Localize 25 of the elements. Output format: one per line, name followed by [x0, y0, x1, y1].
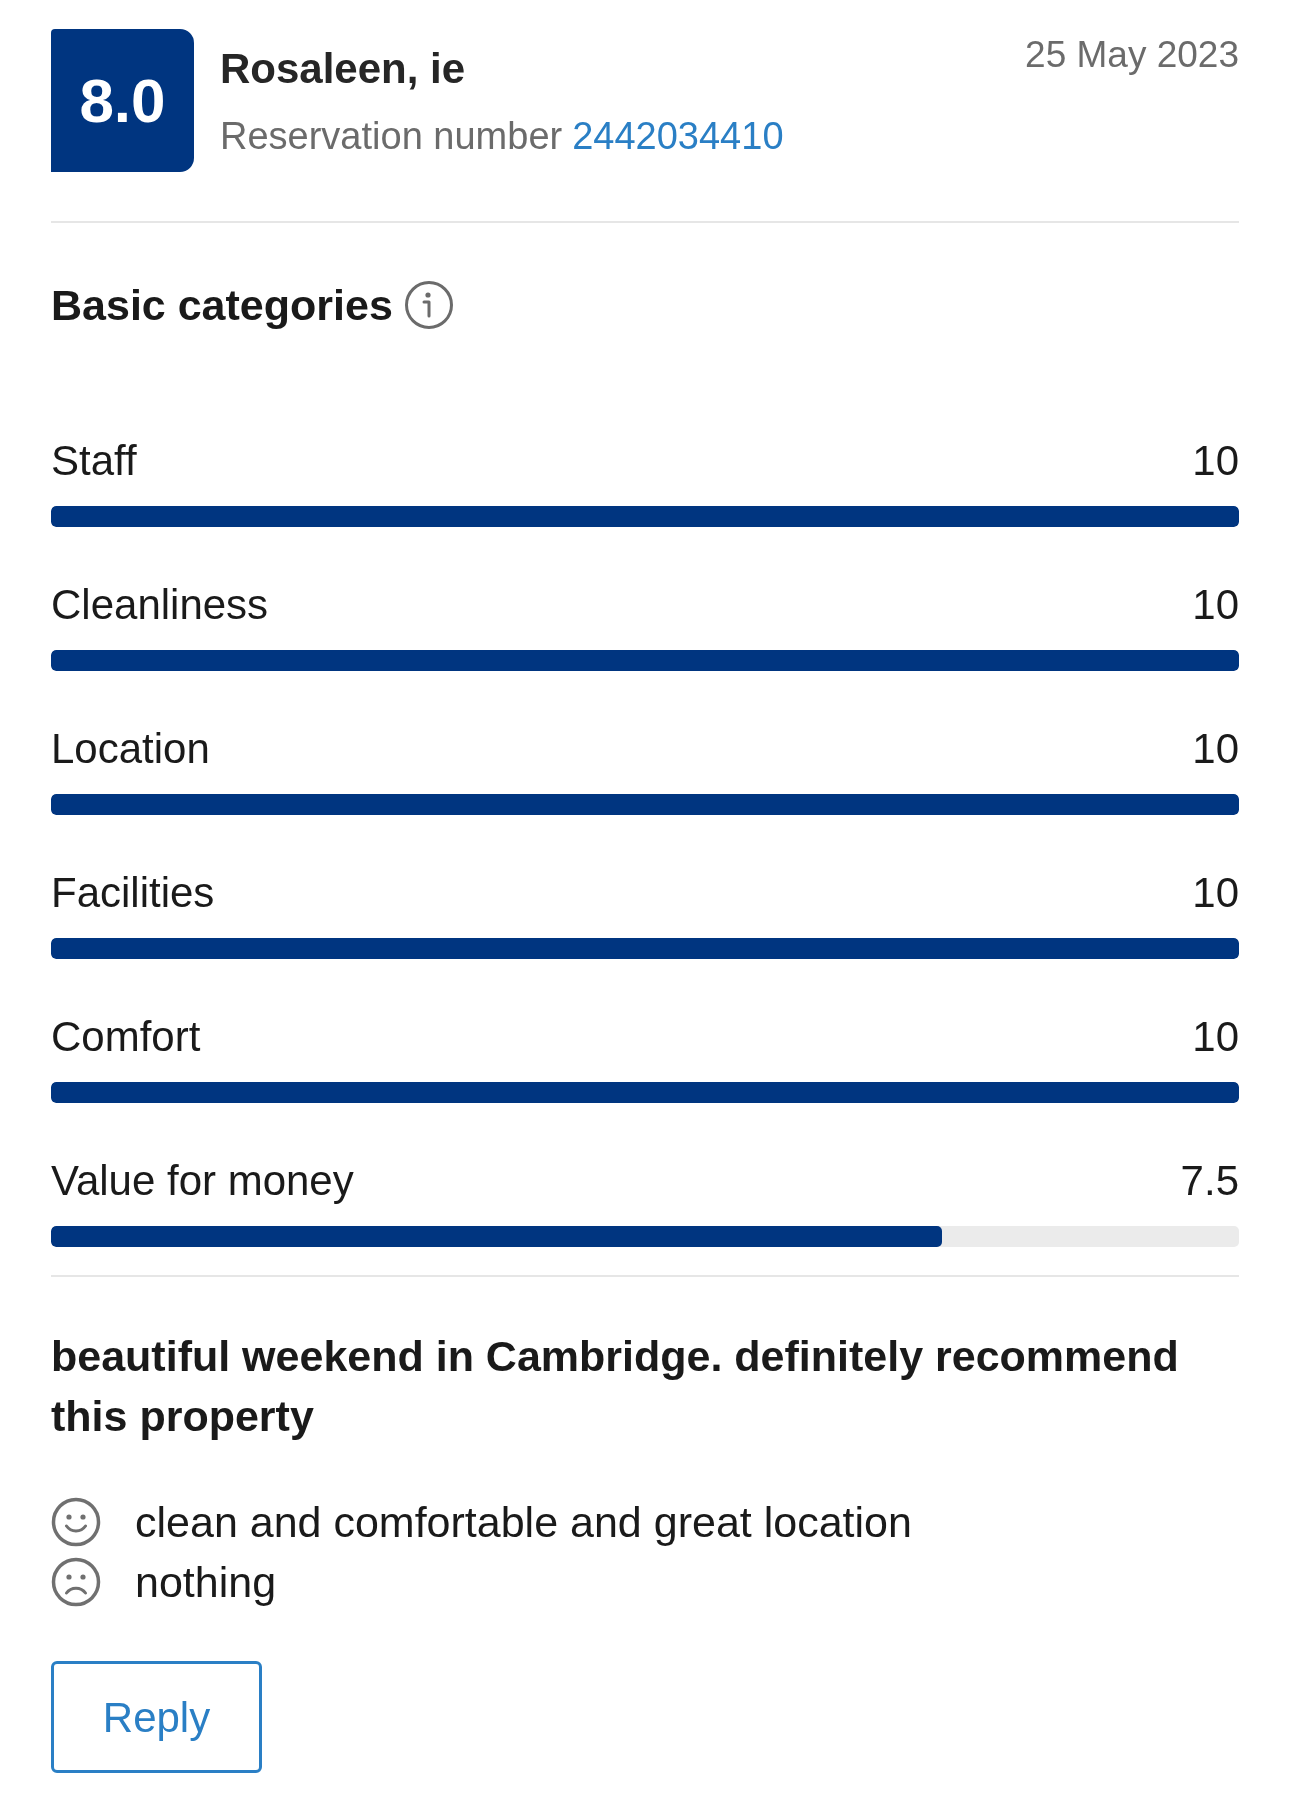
category-label: Facilities: [51, 870, 215, 916]
category-score: 7.5: [1180, 1158, 1239, 1204]
reservation-number-link[interactable]: 2442034410: [572, 113, 784, 159]
category-score: 10: [1192, 438, 1239, 484]
positive-comment: clean and comfortable and great location: [135, 1497, 912, 1547]
category-score: 10: [1192, 726, 1239, 772]
category-score: 10: [1192, 870, 1239, 916]
reservation-label: Reservation number: [220, 114, 563, 159]
sad-face-icon: [51, 1557, 101, 1607]
category-label: Comfort: [51, 1014, 201, 1060]
review-date: 25 May 2023: [1025, 33, 1239, 77]
category-score: 10: [1192, 582, 1239, 628]
score-badge: 8.0: [51, 29, 194, 172]
info-icon[interactable]: [404, 281, 453, 329]
smiley-face-icon: [51, 1497, 101, 1547]
category-label: Staff: [51, 438, 137, 484]
reply-button[interactable]: Reply: [51, 1661, 262, 1773]
reviewer-name: Rosaleen, ie: [220, 46, 466, 92]
category-label: Location: [51, 726, 210, 772]
category-label: Cleanliness: [51, 582, 269, 628]
negative-comment: nothing: [135, 1557, 277, 1607]
category-score: 10: [1192, 1014, 1239, 1060]
section-title: Basic categories: [51, 281, 393, 329]
review-title: beautiful weekend in Cambridge. definitely recommend this property: [51, 1331, 1180, 1442]
category-label: Value for money: [51, 1158, 354, 1204]
